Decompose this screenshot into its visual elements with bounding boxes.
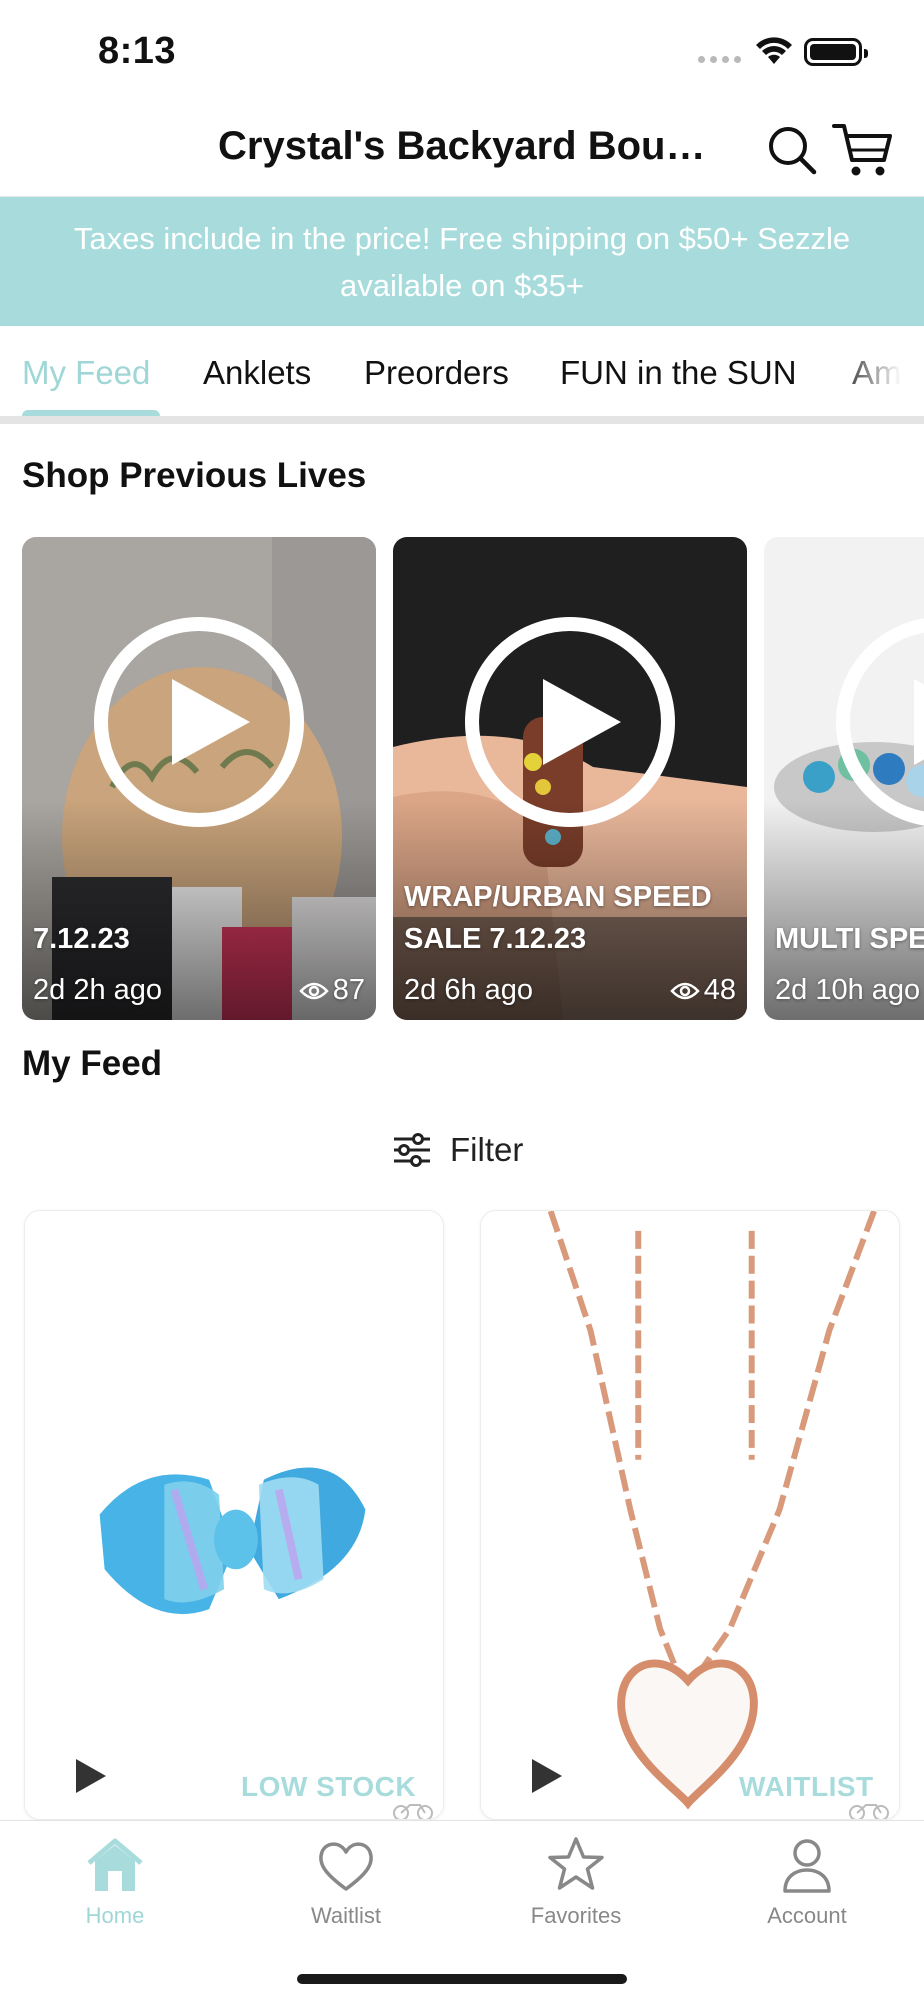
status-bar: 8:13 <box>0 0 924 100</box>
view-count-value: 48 <box>703 974 736 1006</box>
nav-account[interactable]: Account <box>727 1835 887 1929</box>
play-icon[interactable] <box>90 613 308 831</box>
live-view-count: 48 <box>670 974 736 1007</box>
live-title: 7.12.23 <box>33 923 130 955</box>
live-card[interactable]: MULTI SPE SALE 7.12. 2d 10h ago <box>764 537 924 1020</box>
tab-preorders[interactable]: Preorders <box>364 354 509 392</box>
filter-sliders-icon <box>394 1133 430 1167</box>
live-title: WRAP/URBAN SPEED SALE 7.12.23 <box>404 881 712 955</box>
tab-fun-in-the-sun[interactable]: FUN in the SUN <box>560 354 797 392</box>
cart-icon[interactable] <box>832 120 894 180</box>
search-icon[interactable] <box>764 122 820 178</box>
store-title: Crystal's Backyard Bouti... <box>218 124 714 168</box>
nav-home[interactable]: Home <box>35 1835 195 1929</box>
home-icon <box>87 1838 143 1891</box>
nav-waitlist[interactable]: Waitlist <box>266 1835 426 1929</box>
person-icon <box>783 1839 831 1893</box>
cellular-signal-icon <box>698 56 741 63</box>
filter-button[interactable]: Filter <box>392 1126 523 1174</box>
live-title: MULTI SPE SALE 7.12. <box>775 923 924 955</box>
bike-icon <box>393 1804 433 1819</box>
nav-label: Account <box>767 1903 847 1928</box>
tab-my-feed[interactable]: My Feed <box>22 354 150 392</box>
star-icon <box>548 1837 604 1890</box>
product-card[interactable]: LOW STOCK <box>24 1210 444 1820</box>
home-indicator <box>297 1974 627 1984</box>
video-play-icon[interactable] <box>73 1756 109 1796</box>
play-icon[interactable] <box>832 613 924 831</box>
live-card[interactable]: 7.12.23 2d 2h ago 87 <box>22 537 376 1020</box>
video-play-icon[interactable] <box>529 1756 565 1796</box>
bottom-nav: Home Waitlist Favorites Account <box>0 1820 924 2000</box>
tab-anklets[interactable]: Anklets <box>203 354 311 392</box>
play-icon[interactable] <box>461 613 679 831</box>
product-card[interactable]: WAITLIST <box>480 1210 900 1820</box>
heart-icon <box>319 1842 373 1891</box>
battery-icon <box>804 38 868 66</box>
stock-status-badge: LOW STOCK <box>241 1771 417 1802</box>
filter-label: Filter <box>450 1131 524 1168</box>
status-time: 8:13 <box>98 30 177 72</box>
nav-label: Waitlist <box>310 1903 382 1928</box>
stock-status-badge: WAITLIST <box>739 1771 874 1802</box>
lives-section-title: Shop Previous Lives <box>22 456 367 495</box>
store-header: Crystal's Backyard Bouti... <box>0 100 924 197</box>
bike-icon <box>849 1804 889 1819</box>
eye-icon <box>299 982 329 999</box>
product-image <box>481 1211 899 1819</box>
eye-icon <box>670 982 700 999</box>
active-tab-indicator <box>22 410 160 416</box>
nav-label: Favorites <box>530 1903 622 1928</box>
live-time-ago: 2d 2h ago <box>33 974 163 1006</box>
wifi-icon <box>756 37 792 64</box>
feed-section-title: My Feed <box>22 1044 163 1083</box>
live-view-count: 87 <box>299 974 365 1007</box>
lives-carousel[interactable]: 7.12.23 2d 2h ago 87 WRAP/URBAN SPEED SA… <box>0 537 924 1020</box>
live-card[interactable]: WRAP/URBAN SPEED SALE 7.12.23 2d 6h ago … <box>393 537 747 1020</box>
live-time-ago: 2d 10h ago <box>775 974 921 1006</box>
promo-banner: Taxes include in the price! Free shippin… <box>0 197 924 326</box>
nav-label: Home <box>85 1903 145 1928</box>
live-time-ago: 2d 6h ago <box>404 974 534 1006</box>
category-tabs: My Feed Anklets Preorders FUN in the SUN… <box>0 326 924 424</box>
view-count-value: 87 <box>332 974 365 1006</box>
nav-favorites[interactable]: Favorites <box>496 1835 656 1929</box>
product-image <box>25 1211 443 1819</box>
